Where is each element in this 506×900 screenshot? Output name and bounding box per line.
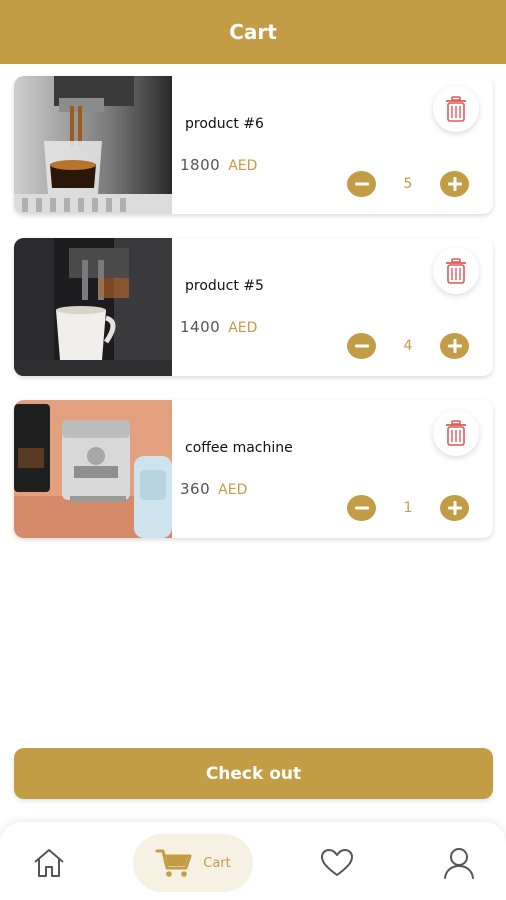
product-name: coffee machine [185, 440, 293, 456]
trash-icon [446, 96, 466, 122]
quantity-stepper: 4 [347, 333, 469, 359]
price-value: 1400 [180, 318, 221, 336]
cart-list: product #6 1800 AED 5 product #5 1400 AE… [14, 76, 493, 562]
plus-icon [447, 177, 462, 191]
nav-cart[interactable]: Cart [133, 834, 253, 892]
decrease-quantity-button[interactable] [347, 495, 376, 521]
checkout-button[interactable]: Check out [14, 748, 493, 799]
minus-icon [354, 182, 369, 186]
cart-item: product #5 1400 AED 4 [14, 238, 493, 376]
increase-quantity-button[interactable] [440, 333, 469, 359]
quantity-value: 4 [403, 338, 413, 354]
quantity-stepper: 5 [347, 171, 469, 197]
price-currency: AED [228, 158, 258, 174]
product-name: product #5 [185, 278, 264, 294]
quantity-value: 1 [403, 500, 413, 516]
coffee-cup-machine-photo [14, 238, 172, 376]
cart-icon [155, 849, 192, 877]
product-image [14, 76, 172, 214]
page-title: Cart [229, 20, 277, 44]
trash-icon [446, 420, 466, 446]
app-header: Cart [0, 0, 506, 64]
price-value: 1800 [180, 156, 221, 174]
cart-item: coffee machine 360 AED 1 [14, 400, 493, 538]
quantity-value: 5 [403, 176, 413, 192]
product-price: 360 AED [180, 480, 247, 498]
product-name: product #6 [185, 116, 264, 132]
minus-icon [354, 344, 369, 348]
heart-icon [321, 849, 353, 876]
coffee-machines-photo [14, 400, 172, 538]
nav-home[interactable] [26, 834, 72, 892]
price-currency: AED [228, 320, 258, 336]
nav-cart-label: Cart [203, 855, 231, 871]
plus-icon [447, 501, 462, 515]
profile-icon [444, 848, 474, 879]
minus-icon [354, 506, 369, 510]
product-image [14, 400, 172, 538]
delete-button[interactable] [433, 410, 479, 456]
decrease-quantity-button[interactable] [347, 171, 376, 197]
delete-button[interactable] [433, 248, 479, 294]
trash-icon [446, 258, 466, 284]
home-icon [34, 849, 64, 877]
increase-quantity-button[interactable] [440, 171, 469, 197]
bottom-nav: Cart [0, 822, 506, 900]
espresso-shot-photo [14, 76, 172, 214]
increase-quantity-button[interactable] [440, 495, 469, 521]
product-price: 1800 AED [180, 156, 257, 174]
delete-button[interactable] [433, 86, 479, 132]
price-value: 360 [180, 480, 211, 498]
nav-favorites[interactable] [314, 834, 360, 892]
plus-icon [447, 339, 462, 353]
product-price: 1400 AED [180, 318, 257, 336]
decrease-quantity-button[interactable] [347, 333, 376, 359]
price-currency: AED [218, 482, 248, 498]
cart-item: product #6 1800 AED 5 [14, 76, 493, 214]
quantity-stepper: 1 [347, 495, 469, 521]
nav-profile[interactable] [436, 834, 482, 892]
product-image [14, 238, 172, 376]
